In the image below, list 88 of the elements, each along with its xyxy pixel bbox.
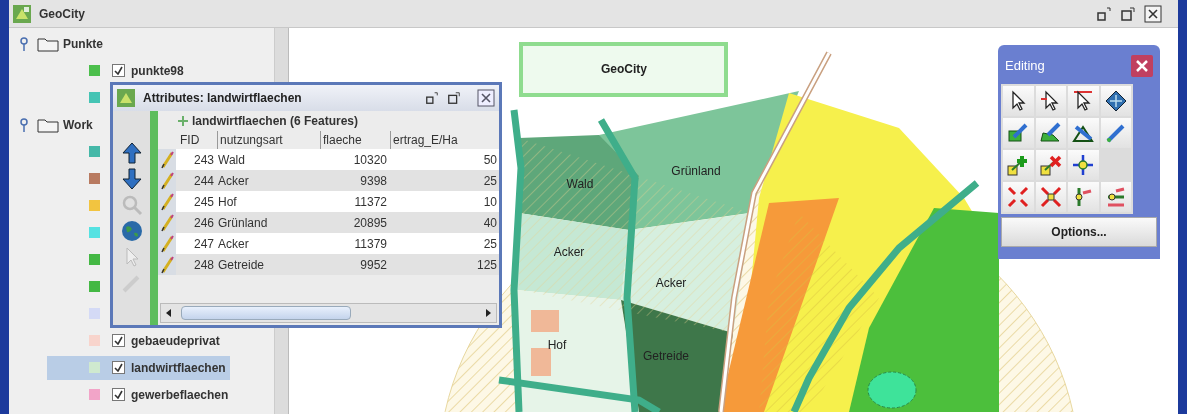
table-cell-text: 244 bbox=[192, 172, 215, 190]
window-title: GeoCity bbox=[39, 5, 85, 23]
app-icon bbox=[13, 4, 31, 23]
pencil-icon[interactable] bbox=[160, 192, 174, 211]
tool-button[interactable] bbox=[1003, 86, 1034, 116]
layer-group-label[interactable]: Work bbox=[63, 115, 93, 134]
restore-icon[interactable] bbox=[425, 91, 439, 105]
map-area-label: Wald bbox=[566, 176, 594, 193]
table-cell-text: 11379 bbox=[353, 235, 388, 253]
delete-vertex-icon bbox=[1038, 153, 1063, 177]
layer-checkbox[interactable] bbox=[112, 388, 125, 401]
table-cell-text: 10320 bbox=[352, 151, 388, 169]
globe-icon[interactable] bbox=[119, 219, 144, 243]
close-icon[interactable] bbox=[477, 89, 495, 107]
table-cell-text: Wald bbox=[217, 151, 246, 169]
layer-group-label[interactable]: Punkte bbox=[63, 34, 103, 53]
layer-checkbox[interactable] bbox=[112, 361, 125, 374]
map-area-label: Getreide bbox=[643, 348, 689, 365]
folder-icon bbox=[37, 116, 59, 133]
palette-title: Editing bbox=[1005, 57, 1045, 76]
arrows-inward-icon bbox=[1038, 185, 1063, 209]
map-title-label: GeoCity bbox=[601, 61, 647, 78]
folder-icon bbox=[37, 35, 59, 52]
restore-icon[interactable] bbox=[1096, 5, 1112, 22]
table-cell-text: 246 bbox=[192, 214, 215, 232]
tool-button[interactable] bbox=[1068, 150, 1099, 180]
layer-checkbox[interactable] bbox=[112, 64, 125, 77]
map-area-label: Grünland bbox=[671, 163, 721, 180]
horizontal-scrollbar[interactable] bbox=[160, 303, 497, 323]
up-arrow-icon[interactable] bbox=[119, 141, 144, 165]
pencil-icon[interactable] bbox=[160, 171, 174, 190]
table-cell-text: 245 bbox=[192, 193, 215, 211]
check-icon bbox=[114, 66, 123, 75]
maximize-icon[interactable] bbox=[447, 91, 461, 105]
close-icon[interactable] bbox=[1144, 4, 1162, 23]
close-icon[interactable] bbox=[1131, 55, 1153, 77]
table-cell-text: 11372 bbox=[353, 193, 388, 211]
down-arrow-icon[interactable] bbox=[119, 167, 144, 191]
arrows-inward-icon bbox=[1006, 185, 1031, 209]
column-header[interactable]: nutzungsart bbox=[218, 131, 321, 149]
column-header[interactable]: flaeche bbox=[321, 131, 391, 149]
table-cell-text: 40 bbox=[482, 214, 498, 232]
table-cell-text: 25 bbox=[482, 235, 498, 253]
column-header[interactable]: FID bbox=[178, 131, 218, 149]
table-cell-text: 25 bbox=[482, 172, 498, 190]
layer-checkbox[interactable] bbox=[112, 334, 125, 347]
table-cell-text: 243 bbox=[192, 151, 215, 169]
pencil-icon[interactable] bbox=[160, 213, 174, 232]
layer-item[interactable]: gewerbeflaechen bbox=[47, 382, 233, 407]
tool-button[interactable] bbox=[1100, 86, 1131, 116]
table-cell-text: 125 bbox=[475, 256, 498, 274]
table-cell-text: 50 bbox=[482, 151, 498, 169]
layer-item[interactable]: gebaeudeprivat bbox=[47, 328, 224, 353]
layer-item[interactable]: landwirtflaechen bbox=[47, 355, 230, 380]
move-diamond-icon bbox=[1103, 89, 1128, 113]
move-vertex-icon bbox=[1071, 153, 1096, 177]
expander-icon[interactable] bbox=[19, 36, 29, 51]
expander-icon[interactable] bbox=[19, 117, 29, 132]
map-area-label: Hof bbox=[547, 337, 567, 354]
pencil-icon[interactable] bbox=[160, 255, 174, 274]
pond bbox=[867, 371, 917, 409]
table-cell-text: Getreide bbox=[217, 256, 266, 274]
table-cell-text: 248 bbox=[192, 256, 215, 274]
layer-item[interactable]: punkte98 bbox=[47, 58, 188, 83]
check-icon bbox=[114, 390, 123, 399]
map-area-label: Acker bbox=[553, 244, 585, 261]
tool-button[interactable] bbox=[1068, 86, 1099, 116]
options-button[interactable]: Options... bbox=[1001, 217, 1157, 247]
pen-shape-icon bbox=[1038, 121, 1063, 145]
app-icon bbox=[117, 89, 135, 107]
table-cell-text: 9952 bbox=[359, 256, 388, 274]
maximize-icon[interactable] bbox=[1120, 5, 1136, 22]
table-cell-text: Grünland bbox=[217, 214, 269, 232]
tool-button[interactable] bbox=[1068, 118, 1099, 148]
scrollbar-thumb[interactable] bbox=[181, 306, 351, 320]
pencil-icon[interactable] bbox=[160, 234, 174, 253]
check-icon bbox=[114, 363, 123, 372]
pencil-icon[interactable] bbox=[160, 150, 174, 169]
table-cell-text: 20895 bbox=[352, 214, 388, 232]
table-cell-text: 10 bbox=[482, 193, 498, 211]
table-cell-text: Acker bbox=[217, 172, 250, 190]
map-area-label: Acker bbox=[655, 275, 687, 292]
check-icon bbox=[114, 336, 123, 345]
table-cell-text: Acker bbox=[217, 235, 250, 253]
tool-button[interactable] bbox=[1035, 86, 1066, 116]
table-cell-text: 9398 bbox=[359, 172, 388, 190]
table-cell-text: 247 bbox=[192, 235, 215, 253]
table-cell-text: Hof bbox=[217, 193, 238, 211]
